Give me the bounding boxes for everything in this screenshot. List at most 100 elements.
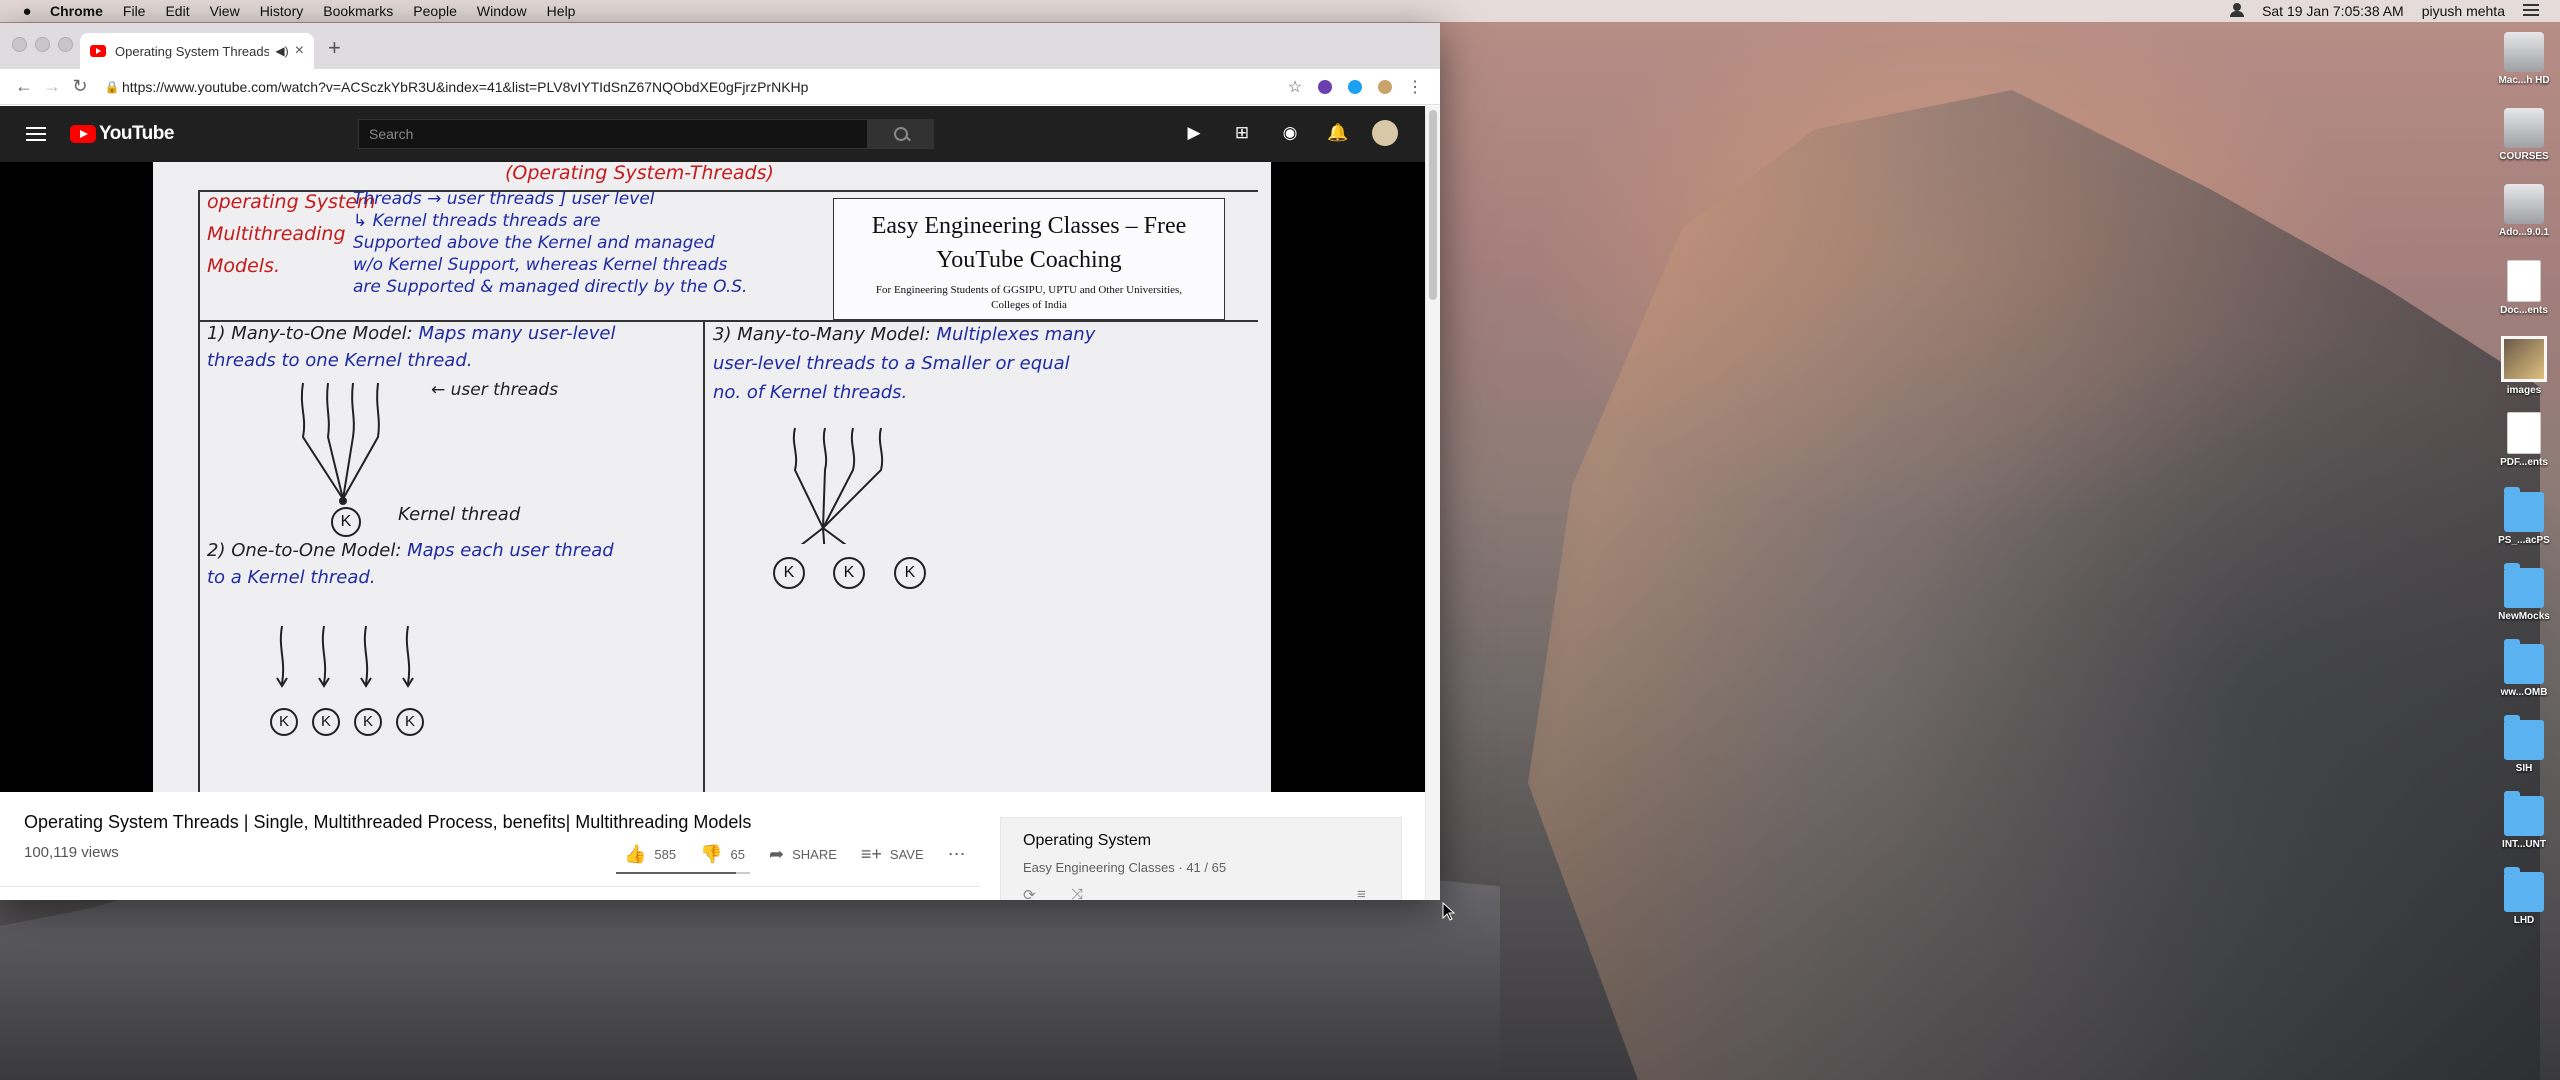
search-bar: Search (358, 119, 934, 149)
clock[interactable]: Sat 19 Jan 7:05:38 AM (2253, 3, 2413, 19)
create-video-icon[interactable]: ▶ (1180, 119, 1208, 147)
thumbs-down-icon: 👎 (700, 844, 723, 864)
loop-icon[interactable]: ⟳ (1023, 886, 1036, 900)
extension-icon[interactable] (1340, 76, 1370, 98)
menu-edit[interactable]: Edit (155, 0, 199, 22)
kernel-node: K (312, 708, 340, 736)
menu-file[interactable]: File (113, 0, 156, 22)
desktop-item[interactable]: PS_...acPS (2488, 487, 2560, 546)
menu-people[interactable]: People (403, 0, 467, 22)
board-intro: Threads → user threads ] user level ↳ Ker… (353, 189, 748, 297)
kernel-node: K (331, 507, 361, 537)
dislike-count: 65 (730, 847, 746, 862)
zoom-window-button[interactable] (58, 37, 73, 52)
desktop-item[interactable]: Mac...h HD (2488, 32, 2560, 86)
page-scrollbar[interactable] (1425, 106, 1440, 900)
scrollbar-thumb[interactable] (1429, 110, 1437, 300)
like-button[interactable]: 👍 585 (624, 844, 676, 865)
lock-icon[interactable]: 🔒 (102, 80, 122, 94)
desktop-item[interactable]: Doc...ents (2488, 260, 2560, 316)
desktop-item[interactable]: LHD (2488, 867, 2560, 926)
desktop-item[interactable]: PDF...ents (2488, 412, 2560, 468)
user-name[interactable]: piyush mehta (2413, 3, 2514, 19)
desktop-item[interactable]: SIH (2488, 715, 2560, 774)
notification-center-icon[interactable] (2514, 3, 2548, 19)
menu-view[interactable]: View (200, 0, 250, 22)
browser-toolbar: ← → ↻ 🔒 https://www.youtube.com/watch?v=… (0, 69, 1440, 105)
kernel-node: K (354, 708, 382, 736)
desktop-item[interactable]: INT...UNT (2488, 791, 2560, 850)
playlist-panel[interactable]: Operating System Easy Engineering Classe… (1000, 817, 1402, 900)
channel-banner: Easy Engineering Classes – Free YouTube C… (833, 198, 1225, 320)
apps-grid-icon[interactable]: ⊞ (1228, 119, 1256, 147)
account-avatar[interactable] (1372, 120, 1398, 146)
dislike-button[interactable]: 👎 65 (700, 844, 745, 865)
desktop-item[interactable]: COURSES (2488, 108, 2560, 162)
shuffle-icon[interactable]: ⤨ (1071, 886, 1083, 900)
desktop-item[interactable]: images (2488, 336, 2560, 396)
menu-app-name[interactable]: Chrome (40, 0, 113, 22)
user-icon[interactable] (2221, 2, 2253, 20)
menu-window[interactable]: Window (467, 0, 537, 22)
address-bar[interactable]: https://www.youtube.com/watch?v=ACSczkYb… (122, 79, 1280, 95)
kernel-node: K (773, 557, 805, 589)
board-left-title: operating System Multithreading Models. (207, 191, 376, 277)
forward-icon[interactable]: → (38, 76, 66, 97)
desktop-item[interactable]: ww...OMB (2488, 639, 2560, 698)
video-player[interactable]: (Operating System-Threads) operating Sys… (0, 162, 1426, 792)
many-to-one-diagram (300, 382, 380, 505)
hamburger-menu-icon[interactable] (26, 127, 46, 141)
more-actions-button[interactable]: ⋯ (948, 844, 974, 865)
apple-menu-icon[interactable]: ● (14, 3, 40, 20)
like-ratio-fill (616, 872, 736, 874)
messages-icon[interactable]: ◉ (1276, 119, 1304, 147)
divider (0, 886, 980, 887)
new-tab-button[interactable]: + (328, 35, 341, 61)
notifications-bell-icon[interactable]: 🔔 (1324, 119, 1352, 147)
reload-icon[interactable]: ↻ (66, 76, 94, 97)
tab-title: Operating System Threads (115, 43, 270, 59)
menu-help[interactable]: Help (537, 0, 586, 22)
minimize-window-button[interactable] (35, 37, 50, 52)
playlist-meta: Easy Engineering Classes · 41 / 65 (1023, 860, 1226, 875)
kernel-thread-label: Kernel thread (398, 504, 521, 525)
one-to-one-diagram (276, 625, 414, 688)
share-button[interactable]: ➦ SHARE (769, 844, 837, 865)
extension-icon[interactable] (1310, 76, 1340, 98)
desktop-item[interactable]: NewMocks (2488, 563, 2560, 622)
browser-tab[interactable]: Operating System Threads ◀) × (80, 33, 314, 69)
search-input[interactable]: Search (358, 119, 868, 149)
playlist-channel[interactable]: Easy Engineering Classes (1023, 860, 1175, 875)
add-to-playlist-icon: ≡+ (860, 844, 882, 864)
folder-icon (2504, 563, 2544, 608)
hard-drive-icon (2504, 108, 2544, 148)
video-frame-whiteboard: (Operating System-Threads) operating Sys… (153, 162, 1271, 792)
menu-history[interactable]: History (250, 0, 314, 22)
browser-menu-icon[interactable]: ⋮ (1400, 76, 1430, 98)
back-icon[interactable]: ← (10, 76, 38, 97)
folder-icon (2504, 791, 2544, 836)
kernel-node: K (396, 708, 424, 736)
youtube-logo[interactable]: YouTube (70, 123, 174, 145)
document-icon (2507, 260, 2541, 302)
youtube-play-icon (70, 125, 96, 143)
playlist-menu-icon[interactable]: ≡ (1357, 886, 1366, 900)
bookmark-star-icon[interactable]: ☆ (1280, 76, 1310, 98)
desktop-item[interactable]: Ado...9.0.1 (2488, 184, 2560, 238)
save-button[interactable]: ≡+ SAVE (861, 844, 924, 865)
youtube-wordmark: YouTube (99, 123, 174, 144)
mouse-cursor-icon (1442, 902, 1456, 921)
close-tab-icon[interactable]: × (295, 42, 304, 60)
close-window-button[interactable] (12, 37, 27, 52)
playlist-title[interactable]: Operating System (1023, 832, 1151, 850)
share-icon: ➦ (769, 844, 785, 864)
menu-bookmarks[interactable]: Bookmarks (313, 0, 403, 22)
audio-playing-icon[interactable]: ◀) (275, 44, 288, 58)
video-title: Operating System Threads | Single, Multi… (24, 812, 752, 832)
user-threads-label: ← user threads (431, 380, 559, 400)
youtube-favicon-icon (90, 45, 106, 57)
search-button[interactable] (868, 119, 934, 149)
folder-icon (2504, 715, 2544, 760)
profile-avatar-icon[interactable] (1370, 76, 1400, 98)
many-to-many-diagram (792, 427, 884, 544)
